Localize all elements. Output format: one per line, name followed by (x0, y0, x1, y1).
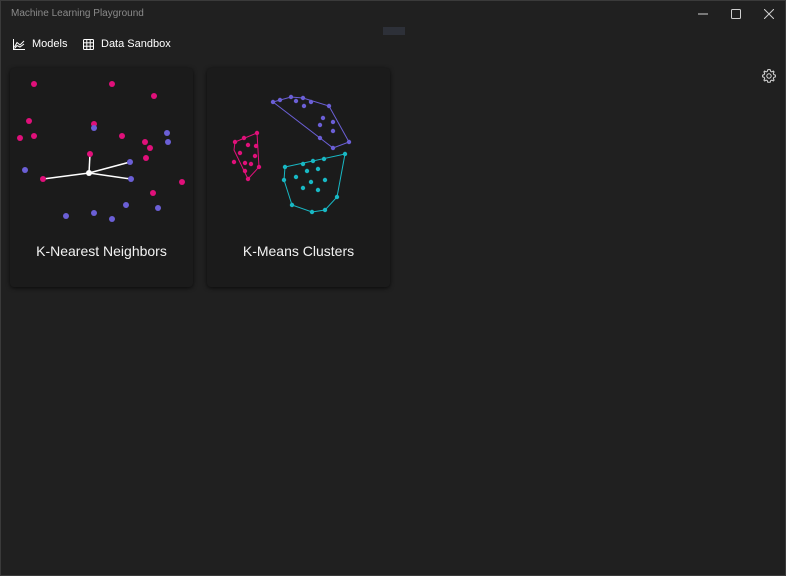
cluster-point (330, 119, 336, 125)
data-point (22, 167, 28, 173)
cluster-point (330, 145, 336, 151)
cluster-point (289, 202, 295, 208)
cluster-point (270, 99, 276, 105)
cluster-hull (271, 96, 350, 149)
data-point (147, 145, 153, 151)
kmeans-model-card[interactable]: K-Means Clusters (207, 68, 390, 287)
app-window: Machine Learning Playground Models Data … (0, 0, 786, 576)
nav-bar: Models Data Sandbox (1, 33, 785, 83)
cluster-point (248, 161, 254, 167)
data-point (109, 216, 115, 222)
cluster-point (245, 142, 251, 148)
knn-illustration (17, 81, 185, 222)
cluster-point (241, 135, 247, 141)
data-point (179, 179, 185, 185)
cluster-point (231, 159, 237, 165)
close-icon (764, 9, 774, 19)
cluster-point (320, 115, 326, 121)
title-bar[interactable]: Machine Learning Playground (1, 1, 785, 35)
cluster-point (293, 98, 299, 104)
nav-item-models-label: Models (32, 38, 68, 50)
data-point (150, 190, 156, 196)
cluster-point (330, 128, 336, 134)
cluster-point (254, 130, 260, 136)
data-point (155, 205, 161, 211)
cluster-point (252, 153, 258, 159)
data-point (128, 176, 134, 182)
data-point (164, 130, 170, 136)
data-point (17, 135, 23, 141)
kmeans-card-title: K-Means Clusters (242, 243, 355, 259)
cluster-point (304, 168, 310, 174)
maximize-icon (731, 9, 741, 19)
cluster-point (301, 103, 307, 109)
nav-item-data-sandbox[interactable]: Data Sandbox (83, 35, 171, 53)
cluster-point (256, 164, 262, 170)
knn-model-card[interactable]: K-Nearest Neighbors (10, 68, 193, 287)
cluster-point (308, 179, 314, 185)
maximize-button[interactable] (720, 1, 752, 27)
data-point (31, 133, 37, 139)
data-point (142, 139, 148, 145)
cluster-point (342, 151, 348, 157)
data-point (123, 202, 129, 208)
cluster-point (300, 95, 306, 101)
cluster-point (315, 166, 321, 172)
data-point (119, 133, 125, 139)
cluster-point (317, 135, 323, 141)
data-point (165, 139, 171, 145)
cluster-point (326, 103, 332, 109)
data-point (31, 81, 37, 87)
cluster-point (317, 122, 323, 128)
cluster-point (277, 97, 283, 103)
data-point (127, 159, 133, 165)
cluster-point (322, 177, 328, 183)
cluster-point (293, 174, 299, 180)
area-chart-icon (13, 38, 25, 50)
minimize-button[interactable] (687, 1, 719, 27)
data-point (91, 210, 97, 216)
data-point (109, 81, 115, 87)
gear-icon[interactable] (761, 68, 777, 84)
cluster-point (242, 160, 248, 166)
data-point (91, 125, 97, 131)
cluster-point (232, 139, 238, 145)
nav-item-models[interactable]: Models (13, 35, 67, 53)
cluster-point (282, 164, 288, 170)
data-point (151, 93, 157, 99)
nav-item-data-sandbox-label: Data Sandbox (101, 38, 171, 50)
cluster-point (245, 176, 251, 182)
data-point (26, 118, 32, 124)
knn-link (88, 172, 132, 180)
cluster-point (281, 177, 287, 183)
app-title: Machine Learning Playground (11, 8, 144, 19)
cluster-point (300, 161, 306, 167)
data-point (87, 151, 93, 157)
cluster-point (310, 158, 316, 164)
cluster-point (309, 209, 315, 215)
knn-link (88, 161, 131, 174)
kmeans-illustration (231, 94, 352, 215)
cluster-point (315, 187, 321, 193)
cluster-point (322, 207, 328, 213)
cluster-point (321, 156, 327, 162)
cluster-point (300, 185, 306, 191)
cluster-point (346, 139, 352, 145)
close-button[interactable] (753, 1, 785, 27)
knn-link (42, 172, 90, 180)
data-point (63, 213, 69, 219)
cluster-point (253, 143, 259, 149)
cluster-point (237, 150, 243, 156)
grid-table-icon (83, 38, 94, 50)
cluster-point (334, 194, 340, 200)
query-point (86, 170, 92, 176)
data-point (143, 155, 149, 161)
minimize-icon (698, 13, 708, 15)
cluster-point (242, 168, 248, 174)
cluster-point (288, 94, 294, 100)
cluster-point (308, 99, 314, 105)
data-point (40, 176, 46, 182)
knn-card-title: K-Nearest Neighbors (36, 243, 167, 259)
